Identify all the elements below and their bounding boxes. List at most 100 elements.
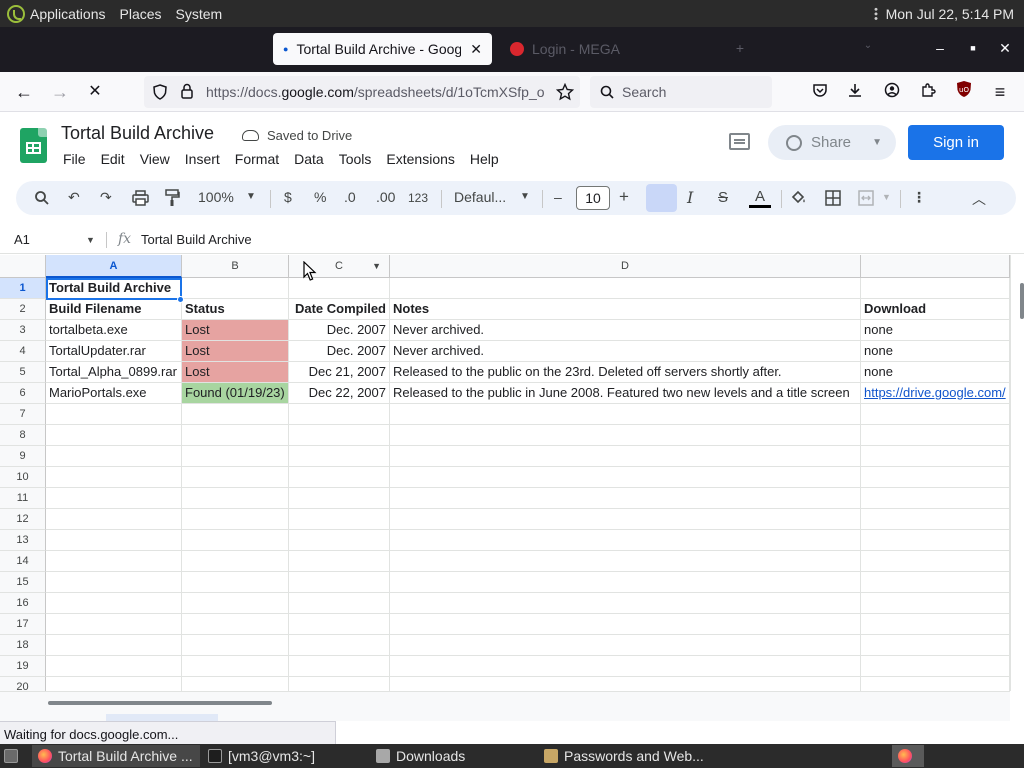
cell-d3[interactable]: Never archived. [390, 320, 861, 341]
menu-help[interactable]: Help [470, 151, 499, 167]
vertical-scroll-thumb[interactable] [1020, 283, 1024, 319]
cell-d7[interactable] [390, 404, 861, 425]
taskbar-item-terminal[interactable]: [vm3@vm3:~] [202, 745, 368, 767]
cell-a17[interactable] [46, 614, 182, 635]
cell-d1[interactable] [390, 278, 861, 299]
cell-c3[interactable]: Dec. 2007 [289, 320, 390, 341]
decrease-font-size-icon[interactable]: – [554, 189, 562, 205]
applications-menu[interactable]: Applications [30, 6, 106, 22]
column-header-a[interactable]: A [46, 255, 182, 278]
cell-a12[interactable] [46, 509, 182, 530]
system-menu[interactable]: System [176, 6, 223, 22]
cell-d5[interactable]: Released to the public on the 23rd. Dele… [390, 362, 861, 383]
increase-font-size-icon[interactable]: + [619, 187, 629, 207]
cell-a2[interactable]: Build Filename [46, 299, 182, 320]
horizontal-scrollbar[interactable] [0, 691, 1010, 722]
cell-e4[interactable]: none [861, 341, 1010, 362]
row-header-14[interactable]: 14 [0, 551, 46, 572]
taskbar-item-downloads[interactable]: Downloads [370, 745, 536, 767]
cell-d9[interactable] [390, 446, 861, 467]
column-header-e[interactable] [861, 255, 1010, 278]
format-percent-button[interactable]: % [314, 189, 326, 205]
cell-a8[interactable] [46, 425, 182, 446]
format-currency-button[interactable]: $ [284, 189, 292, 205]
cell-c2[interactable]: Date Compiled [289, 299, 390, 320]
cell-a13[interactable] [46, 530, 182, 551]
row-header-8[interactable]: 8 [0, 425, 46, 446]
row-header-18[interactable]: 18 [0, 635, 46, 656]
cell-b15[interactable] [182, 572, 289, 593]
cell-e11[interactable] [861, 488, 1010, 509]
zoom-dropdown-icon[interactable]: ▼ [246, 191, 256, 202]
cell-d6[interactable]: Released to the public in June 2008. Fea… [390, 383, 861, 404]
cell-a19[interactable] [46, 656, 182, 677]
cell-b4[interactable]: Lost [182, 341, 289, 362]
cell-c17[interactable] [289, 614, 390, 635]
cell-c4[interactable]: Dec. 2007 [289, 341, 390, 362]
cell-b3[interactable]: Lost [182, 320, 289, 341]
row-header-7[interactable]: 7 [0, 404, 46, 425]
cell-c11[interactable] [289, 488, 390, 509]
row-header-11[interactable]: 11 [0, 488, 46, 509]
row-header-15[interactable]: 15 [0, 572, 46, 593]
document-title[interactable]: Tortal Build Archive [61, 123, 214, 144]
cell-b6[interactable]: Found (01/19/23) [182, 383, 289, 404]
cell-e12[interactable] [861, 509, 1010, 530]
row-header-16[interactable]: 16 [0, 593, 46, 614]
vertical-scrollbar[interactable] [1010, 255, 1024, 691]
row-header-13[interactable]: 13 [0, 530, 46, 551]
cell-a20[interactable] [46, 677, 182, 691]
cell-d11[interactable] [390, 488, 861, 509]
spreadsheet-grid[interactable]: A B C ▼ D 1 Tortal Build Archive 2 Build Fi… [0, 255, 1010, 691]
cell-b18[interactable] [182, 635, 289, 656]
forward-icon[interactable]: → [47, 80, 73, 104]
stop-loading-icon[interactable]: ✕ [82, 80, 108, 104]
show-desktop-button[interactable] [0, 745, 26, 767]
cell-e5[interactable]: none [861, 362, 1010, 383]
cell-e10[interactable] [861, 467, 1010, 488]
merge-cells-icon[interactable] [858, 190, 874, 206]
comment-history-icon[interactable] [729, 133, 750, 150]
cell-e1[interactable] [861, 278, 1010, 299]
cell-b17[interactable] [182, 614, 289, 635]
cell-d12[interactable] [390, 509, 861, 530]
tab-background-left[interactable] [60, 33, 265, 65]
new-tab-icon[interactable]: + [730, 40, 750, 56]
extensions-icon[interactable] [915, 80, 941, 104]
fill-color-icon[interactable] [790, 189, 807, 206]
list-tabs-icon[interactable]: ⌄ [858, 40, 878, 51]
cell-b8[interactable] [182, 425, 289, 446]
more-formats-button[interactable]: 123 [408, 191, 428, 205]
column-header-b[interactable]: B [182, 255, 289, 278]
bookmark-star-icon[interactable] [556, 83, 574, 101]
shield-icon[interactable] [152, 84, 168, 100]
cell-b9[interactable] [182, 446, 289, 467]
sign-in-button[interactable]: Sign in [908, 125, 1004, 160]
account-icon[interactable] [879, 80, 905, 104]
select-all-corner[interactable] [0, 255, 46, 278]
row-header-6[interactable]: 6 [0, 383, 46, 404]
cell-a10[interactable] [46, 467, 182, 488]
row-header-9[interactable]: 9 [0, 446, 46, 467]
cell-e14[interactable] [861, 551, 1010, 572]
paint-format-icon[interactable] [165, 189, 180, 207]
cell-b11[interactable] [182, 488, 289, 509]
cell-a4[interactable]: TortalUpdater.rar [46, 341, 182, 362]
lock-icon[interactable] [180, 83, 194, 100]
cell-d18[interactable] [390, 635, 861, 656]
cell-c8[interactable] [289, 425, 390, 446]
workspace-switcher[interactable] [892, 745, 924, 767]
font-dropdown-icon[interactable]: ▼ [520, 191, 530, 202]
google-sheets-logo-icon[interactable] [20, 128, 47, 163]
menu-file[interactable]: File [63, 151, 86, 167]
cell-e18[interactable] [861, 635, 1010, 656]
cell-e15[interactable] [861, 572, 1010, 593]
search-bar[interactable]: Search [590, 76, 772, 108]
caret-down-icon[interactable]: ▼ [872, 137, 882, 148]
cell-d14[interactable] [390, 551, 861, 572]
cell-d17[interactable] [390, 614, 861, 635]
cell-e3[interactable]: none [861, 320, 1010, 341]
taskbar-item-passwords[interactable]: Passwords and Web... [538, 745, 718, 767]
cell-e2[interactable]: Download [861, 299, 1010, 320]
cell-c16[interactable] [289, 593, 390, 614]
